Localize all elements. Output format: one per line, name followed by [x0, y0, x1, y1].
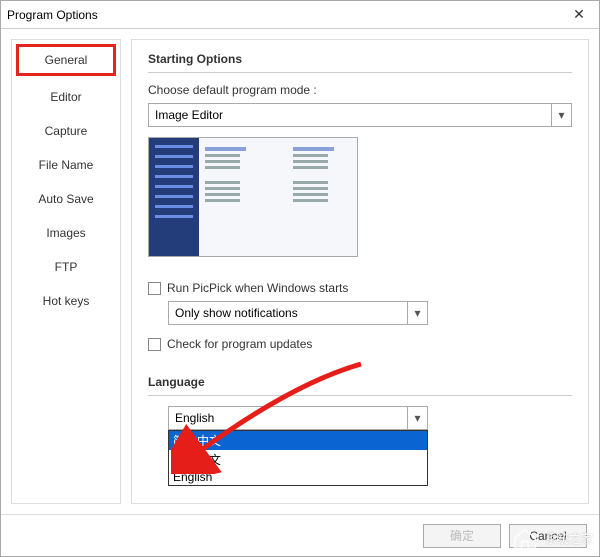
- check-updates-checkbox[interactable]: [148, 338, 161, 351]
- watermark: 系统之家: [511, 526, 593, 550]
- sidebar-item-editor[interactable]: Editor: [12, 80, 120, 114]
- notification-mode-value: Only show notifications: [175, 306, 298, 320]
- check-updates-label: Check for program updates: [167, 337, 312, 351]
- program-options-window: Program Options ✕ General Editor Capture…: [0, 0, 600, 557]
- notification-mode-select[interactable]: Only show notifications ▾: [168, 301, 428, 325]
- sidebar-item-label: Hot keys: [43, 294, 90, 308]
- sidebar-item-images[interactable]: Images: [12, 216, 120, 250]
- language-dropdown: 简体中文 正體中文 English: [168, 430, 428, 486]
- window-title: Program Options: [7, 8, 565, 22]
- close-button[interactable]: ✕: [565, 6, 593, 23]
- sidebar-item-autosave[interactable]: Auto Save: [12, 182, 120, 216]
- watermark-text: 系统之家: [545, 530, 593, 547]
- sidebar-item-label: Editor: [50, 90, 81, 104]
- window-body: General Editor Capture File Name Auto Sa…: [1, 29, 599, 514]
- choose-mode-label: Choose default program mode :: [148, 83, 572, 97]
- option-label: 正體中文: [173, 453, 221, 467]
- sidebar-item-capture[interactable]: Capture: [12, 114, 120, 148]
- language-value: English: [175, 411, 214, 425]
- sidebar-item-general[interactable]: General: [16, 44, 116, 76]
- language-select[interactable]: English ▾: [168, 406, 428, 430]
- sidebar-item-ftp[interactable]: FTP: [12, 250, 120, 284]
- program-mode-value: Image Editor: [155, 108, 223, 122]
- sidebar-item-label: General: [45, 53, 88, 67]
- language-option[interactable]: English: [169, 469, 427, 485]
- chevron-down-icon: ▾: [407, 302, 427, 324]
- chevron-down-icon: ▾: [551, 104, 571, 126]
- option-label: English: [173, 470, 212, 484]
- sidebar: General Editor Capture File Name Auto Sa…: [11, 39, 121, 504]
- main-panel: Starting Options Choose default program …: [131, 39, 589, 504]
- sidebar-item-filename[interactable]: File Name: [12, 148, 120, 182]
- program-mode-select[interactable]: Image Editor ▾: [148, 103, 572, 127]
- footer: 确定 Cancel 系统之家: [1, 514, 599, 556]
- run-on-start-checkbox[interactable]: [148, 282, 161, 295]
- ok-button[interactable]: 确定: [423, 524, 501, 548]
- titlebar: Program Options ✕: [1, 1, 599, 29]
- sidebar-item-label: Capture: [45, 124, 88, 138]
- option-label: 简体中文: [173, 434, 221, 448]
- language-option[interactable]: 正體中文: [169, 450, 427, 469]
- run-on-start-label: Run PicPick when Windows starts: [167, 281, 348, 295]
- sidebar-item-label: File Name: [39, 158, 94, 172]
- house-icon: [511, 526, 539, 550]
- sidebar-item-label: FTP: [55, 260, 78, 274]
- mode-preview-image: [148, 137, 358, 257]
- language-option[interactable]: 简体中文: [169, 431, 427, 450]
- sidebar-item-hotkeys[interactable]: Hot keys: [12, 284, 120, 318]
- button-label: 确定: [450, 527, 474, 544]
- language-heading: Language: [148, 375, 572, 396]
- starting-options-heading: Starting Options: [148, 52, 572, 73]
- chevron-down-icon: ▾: [407, 407, 427, 429]
- sidebar-item-label: Images: [46, 226, 85, 240]
- sidebar-item-label: Auto Save: [38, 192, 93, 206]
